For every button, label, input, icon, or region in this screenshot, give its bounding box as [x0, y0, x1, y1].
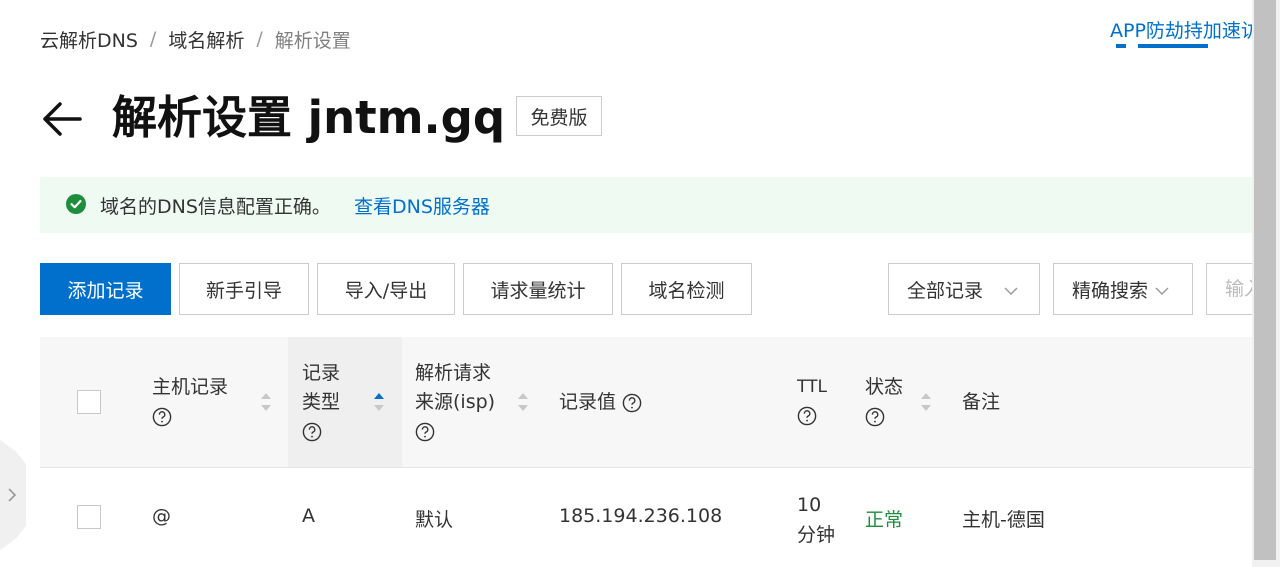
dns-status-alert: 域名的DNS信息配置正确。 查看DNS服务器	[40, 177, 1252, 233]
alert-message: 域名的DNS信息配置正确。	[100, 196, 331, 218]
help-icon[interactable]	[797, 406, 817, 426]
column-status: 状态	[865, 373, 903, 431]
chevron-down-icon	[1004, 287, 1018, 295]
sort-icon[interactable]	[516, 391, 530, 413]
breadcrumb-item-domains[interactable]: 域名解析	[168, 26, 244, 53]
check-circle-icon	[66, 194, 86, 214]
column-ttl-label: TTL	[797, 377, 827, 397]
row-checkbox[interactable]	[77, 505, 101, 529]
page-title: 解析设置 jntm.gq	[112, 91, 506, 144]
column-ttl: TTL	[797, 373, 827, 431]
status-badge: 正常	[865, 509, 904, 531]
view-dns-servers-link[interactable]: 查看DNS服务器	[354, 192, 490, 219]
column-value-label: 记录值	[559, 391, 617, 413]
sort-icon[interactable]	[919, 391, 933, 413]
cell-isp: 默认	[415, 509, 454, 531]
column-type: 记录 类型	[302, 359, 340, 446]
breadcrumb-item-current: 解析设置	[274, 29, 351, 52]
help-icon[interactable]	[415, 422, 435, 442]
select-all-checkbox[interactable]	[77, 390, 101, 414]
add-record-button[interactable]: 添加记录	[40, 263, 171, 315]
cell-remark: 主机-德国	[962, 509, 1045, 531]
cell-type: A	[302, 505, 315, 527]
banner-sub-text	[1116, 44, 1250, 54]
request-stats-button[interactable]: 请求量统计	[463, 263, 613, 315]
column-isp-label-line1: 解析请求	[415, 362, 492, 384]
record-filter-select[interactable]: 全部记录	[888, 263, 1040, 315]
column-status-label: 状态	[865, 376, 904, 398]
back-arrow-icon[interactable]	[40, 97, 84, 141]
sort-icon[interactable]	[259, 391, 273, 413]
edition-badge: 免费版	[516, 96, 602, 136]
search-mode-label: 精确搜索	[1072, 279, 1149, 302]
cell-host: @	[152, 505, 171, 527]
table-row: @ A 默认 185.194.236.108 10 分钟 正常 主机-德国	[40, 468, 1252, 567]
table-header: 主机记录 记录 类型 解析请求 来源(isp) 记录值 TTL 状态 备注	[40, 337, 1252, 467]
cell-value: 185.194.236.108	[559, 505, 723, 527]
column-isp: 解析请求 来源(isp)	[415, 359, 495, 446]
breadcrumb-item-dns[interactable]: 云解析DNS	[40, 26, 138, 53]
column-host: 主机记录	[152, 373, 228, 431]
breadcrumb: 云解析DNS / 域名解析 / 解析设置	[40, 26, 351, 53]
record-filter-label: 全部记录	[907, 279, 984, 302]
help-icon[interactable]	[865, 407, 885, 427]
column-isp-label-line2: 来源(isp)	[415, 391, 496, 413]
cell-ttl-unit: 分钟	[797, 524, 836, 546]
scrollbar-thumb[interactable]	[1254, 0, 1276, 560]
breadcrumb-separator: /	[256, 28, 263, 50]
help-icon[interactable]	[302, 422, 322, 442]
import-export-button[interactable]: 导入/导出	[317, 263, 455, 315]
column-type-label-line2: 类型	[302, 391, 341, 413]
help-icon[interactable]	[152, 407, 172, 427]
sort-ascending-icon[interactable]	[372, 391, 386, 413]
app-anti-hijack-link[interactable]: APP防劫持加速访问	[1110, 16, 1252, 43]
column-host-label: 主机记录	[152, 376, 229, 398]
column-type-label-line1: 记录	[302, 362, 341, 384]
cell-ttl: 10 分钟	[797, 490, 835, 550]
cell-ttl-value: 10	[797, 494, 822, 516]
column-remark: 备注	[962, 391, 1001, 413]
breadcrumb-separator: /	[149, 28, 157, 50]
chevron-down-icon	[1155, 287, 1169, 295]
search-mode-select[interactable]: 精确搜索	[1053, 263, 1193, 315]
column-value: 记录值	[559, 388, 642, 417]
domain-check-button[interactable]: 域名检测	[621, 263, 752, 315]
chevron-right-icon	[8, 488, 17, 502]
help-icon[interactable]	[622, 393, 642, 413]
guide-button[interactable]: 新手引导	[179, 263, 309, 315]
